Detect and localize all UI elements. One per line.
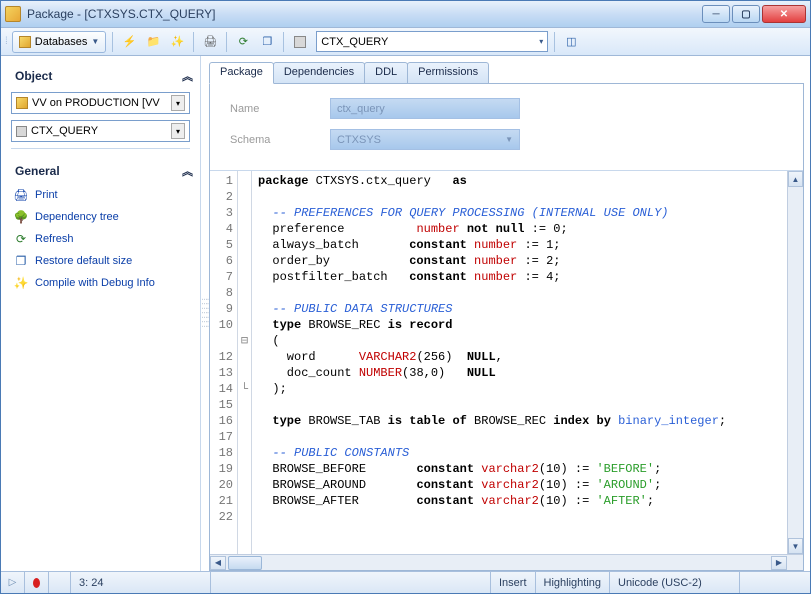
- general-section-header: General ︽: [11, 159, 190, 187]
- refresh-link[interactable]: ⟳Refresh: [13, 231, 190, 247]
- insert-mode[interactable]: Insert: [491, 572, 536, 593]
- window-title: Package - [CTXSYS.CTX_QUERY]: [27, 7, 702, 21]
- print-icon: 🖨: [13, 187, 29, 203]
- status-spacer: [49, 572, 71, 593]
- print-link[interactable]: 🖨Print: [13, 187, 190, 203]
- collapse-icon[interactable]: ︽: [182, 163, 190, 179]
- object-name-combo[interactable]: CTX_QUERY ▾: [11, 120, 190, 142]
- print-icon[interactable]: 🖨: [200, 32, 220, 52]
- restore-size-link[interactable]: ❐Restore default size: [13, 253, 190, 269]
- highlighting-mode[interactable]: Highlighting: [536, 572, 610, 593]
- databases-label: Databases: [35, 36, 88, 48]
- scroll-up-icon[interactable]: ▲: [788, 171, 803, 187]
- vertical-scrollbar[interactable]: ▲ ▼: [787, 171, 803, 554]
- tree-icon: 🌳: [13, 209, 29, 225]
- database-icon: [19, 36, 31, 48]
- maximize-button[interactable]: ▢: [732, 5, 760, 23]
- db-icon: [16, 97, 28, 109]
- compile-debug-link[interactable]: ✨Compile with Debug Info: [13, 275, 190, 291]
- refresh-icon: ⟳: [13, 231, 29, 247]
- scroll-down-icon[interactable]: ▼: [788, 538, 803, 554]
- connection-combo[interactable]: VV on PRODUCTION [VV ▾: [11, 92, 190, 114]
- chevron-down-icon[interactable]: ▾: [171, 95, 185, 111]
- line-gutter: 1 2 3 4 5 6 7 8 9 10 12 13 14 15 16 17 1…: [210, 171, 238, 554]
- record-button[interactable]: [25, 572, 49, 593]
- encoding[interactable]: Unicode (USC-2): [610, 572, 740, 593]
- refresh-icon[interactable]: ⟳: [233, 32, 253, 52]
- tabs: Package Dependencies DDL Permissions: [209, 62, 804, 84]
- window-buttons: ─ ▢ ✕: [702, 5, 806, 23]
- schema-combo[interactable]: CTXSYS ▼: [330, 129, 520, 150]
- scroll-right-icon[interactable]: ▶: [771, 556, 787, 570]
- wand-icon[interactable]: ✨: [167, 32, 187, 52]
- name-input[interactable]: ctx_query: [330, 98, 520, 119]
- window-icon[interactable]: ❐: [257, 32, 277, 52]
- app-icon: [5, 6, 21, 22]
- tab-dependencies[interactable]: Dependencies: [273, 62, 365, 83]
- chevron-down-icon: ▾: [539, 37, 543, 46]
- object-combo[interactable]: CTX_QUERY ▾: [316, 31, 548, 52]
- collapse-icon[interactable]: ︽: [182, 68, 190, 84]
- minimize-button[interactable]: ─: [702, 5, 730, 23]
- status-tail: [740, 572, 810, 593]
- splitter[interactable]: ⁞⁞⁞⁞⁞⁞⁞: [201, 56, 209, 571]
- tree-icon[interactable]: ◫: [561, 32, 581, 52]
- main: Object ︽ VV on PRODUCTION [VV ▾ CTX_QUER…: [1, 56, 810, 571]
- general-links: 🖨Print 🌳Dependency tree ⟳Refresh ❐Restor…: [11, 187, 190, 291]
- code-area[interactable]: package CTXSYS.ctx_query as -- PREFERENC…: [252, 171, 787, 554]
- titlebar: Package - [CTXSYS.CTX_QUERY] ─ ▢ ✕: [1, 1, 810, 28]
- status-empty: [211, 572, 491, 593]
- object-type-icon[interactable]: [290, 32, 310, 52]
- tab-body: Name ctx_query Schema CTXSYS ▼ 1 2 3 4 5…: [209, 84, 804, 571]
- cursor-position: 3: 24: [71, 572, 211, 593]
- tab-ddl[interactable]: DDL: [364, 62, 408, 83]
- code-editor[interactable]: 1 2 3 4 5 6 7 8 9 10 12 13 14 15 16 17 1…: [210, 170, 803, 554]
- dependency-tree-link[interactable]: 🌳Dependency tree: [13, 209, 190, 225]
- chevron-down-icon[interactable]: ▾: [171, 123, 185, 139]
- folder-lightning-icon[interactable]: 📁: [143, 32, 163, 52]
- form-area: Name ctx_query Schema CTXSYS ▼: [210, 84, 803, 170]
- play-button[interactable]: ▷: [1, 572, 25, 593]
- scroll-left-icon[interactable]: ◀: [210, 556, 226, 570]
- content: Package Dependencies DDL Permissions Nam…: [209, 56, 810, 571]
- tab-permissions[interactable]: Permissions: [407, 62, 489, 83]
- chevron-down-icon: ▼: [505, 135, 513, 144]
- lightning-icon[interactable]: ⚡: [119, 32, 139, 52]
- object-section-header: Object ︽: [11, 64, 190, 92]
- databases-dropdown[interactable]: Databases ▼: [12, 31, 107, 53]
- schema-label: Schema: [230, 134, 330, 146]
- close-button[interactable]: ✕: [762, 5, 806, 23]
- object-combo-value: CTX_QUERY: [321, 36, 388, 48]
- statusbar: ▷ 3: 24 Insert Highlighting Unicode (USC…: [1, 571, 810, 593]
- fold-gutter[interactable]: ⊟ └: [238, 171, 252, 554]
- sidebar: Object ︽ VV on PRODUCTION [VV ▾ CTX_QUER…: [1, 56, 201, 571]
- chevron-down-icon: ▼: [91, 37, 99, 46]
- scroll-thumb[interactable]: [228, 556, 262, 570]
- toolbar: ⁞ Databases ▼ ⚡ 📁 ✨ 🖨 ⟳ ❐ CTX_QUERY ▾ ◫: [1, 28, 810, 56]
- object-icon: [16, 126, 27, 137]
- name-label: Name: [230, 103, 330, 115]
- horizontal-scrollbar[interactable]: ◀ ▶: [210, 554, 803, 570]
- tab-package[interactable]: Package: [209, 62, 274, 84]
- window-icon: ❐: [13, 253, 29, 269]
- wand-icon: ✨: [13, 275, 29, 291]
